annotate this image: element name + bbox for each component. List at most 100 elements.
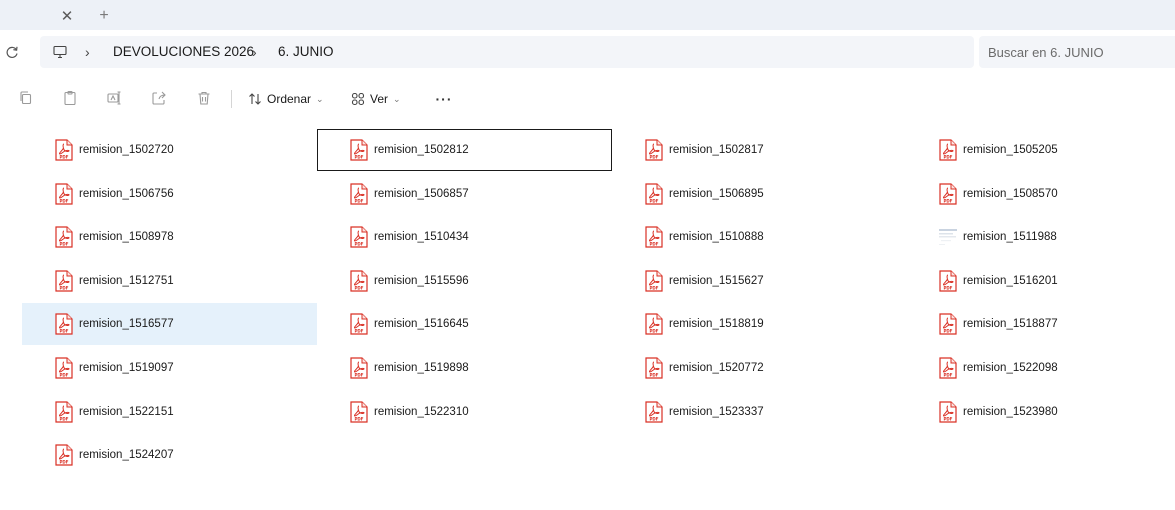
file-name: remision_1515627 <box>669 275 764 287</box>
pdf-icon: PDF <box>349 226 369 248</box>
file-name: remision_1505205 <box>963 144 1058 156</box>
svg-text:PDF: PDF <box>60 417 69 422</box>
file-item[interactable]: PDF remision_1502720 <box>22 129 317 171</box>
file-item[interactable]: PDF remision_1506756 <box>22 173 317 215</box>
rename-icon[interactable] <box>106 90 122 106</box>
paste-icon[interactable] <box>62 90 78 106</box>
file-item[interactable]: remision_1511988 <box>906 216 1175 258</box>
copy-icon[interactable] <box>18 90 34 106</box>
file-name: remision_1516645 <box>374 318 469 330</box>
chevron-down-icon: ⌄ <box>393 93 401 104</box>
sort-button[interactable]: Ordenar ⌄ <box>248 88 324 110</box>
file-item[interactable]: PDF remision_1512751 <box>22 260 317 302</box>
breadcrumb-devoluciones[interactable]: DEVOLUCIONES 2026 <box>113 44 254 59</box>
file-item[interactable]: PDF remision_1523980 <box>906 391 1175 433</box>
more-options-button[interactable]: ··· <box>432 88 456 110</box>
sort-label: Ordenar <box>267 92 312 106</box>
file-name: remision_1516577 <box>79 318 174 330</box>
file-item[interactable]: PDF remision_1519097 <box>22 347 317 389</box>
pdf-icon: PDF <box>644 313 664 335</box>
file-item[interactable]: PDF remision_1520772 <box>612 347 907 389</box>
pdf-icon: PDF <box>938 183 958 205</box>
svg-text:PDF: PDF <box>60 460 69 465</box>
file-name: remision_1506857 <box>374 188 469 200</box>
pdf-icon: PDF <box>54 313 74 335</box>
search-input[interactable] <box>979 36 1175 68</box>
new-tab-icon[interactable]: + <box>94 6 114 26</box>
svg-text:PDF: PDF <box>650 417 659 422</box>
file-item[interactable]: PDF remision_1505205 <box>906 129 1175 171</box>
view-button[interactable]: Ver ⌄ <box>351 88 401 110</box>
file-name: remision_1518877 <box>963 318 1058 330</box>
image-thumbnail-icon <box>938 226 958 248</box>
address-row: › DEVOLUCIONES 2026 › 6. JUNIO <box>0 30 1175 74</box>
sort-icon <box>249 93 261 105</box>
svg-text:PDF: PDF <box>355 329 364 334</box>
breadcrumb-separator: › <box>85 44 90 60</box>
pdf-icon: PDF <box>54 226 74 248</box>
file-name: remision_1512751 <box>79 275 174 287</box>
file-item[interactable]: PDF remision_1523337 <box>612 391 907 433</box>
file-item[interactable]: PDF remision_1516645 <box>317 303 612 345</box>
pdf-icon: PDF <box>938 357 958 379</box>
file-name: remision_1520772 <box>669 362 764 374</box>
pdf-icon: PDF <box>644 270 664 292</box>
file-item[interactable]: PDF remision_1502812 <box>317 129 612 171</box>
file-item[interactable]: PDF remision_1502817 <box>612 129 907 171</box>
svg-text:PDF: PDF <box>944 329 953 334</box>
file-item[interactable]: PDF remision_1508978 <box>22 216 317 258</box>
file-name: remision_1522098 <box>963 362 1058 374</box>
file-name: remision_1516201 <box>963 275 1058 287</box>
pdf-icon: PDF <box>54 139 74 161</box>
close-tab-icon[interactable]: ✕ <box>57 6 77 26</box>
svg-text:PDF: PDF <box>355 373 364 378</box>
pdf-icon: PDF <box>644 401 664 423</box>
breadcrumb-junio[interactable]: 6. JUNIO <box>278 44 334 59</box>
this-pc-icon[interactable] <box>53 45 67 59</box>
pdf-icon: PDF <box>644 226 664 248</box>
file-item[interactable]: PDF remision_1518819 <box>612 303 907 345</box>
file-name: remision_1510434 <box>374 231 469 243</box>
file-item[interactable]: PDF remision_1519898 <box>317 347 612 389</box>
file-item[interactable]: PDF remision_1515627 <box>612 260 907 302</box>
svg-text:PDF: PDF <box>650 155 659 160</box>
file-item[interactable]: PDF remision_1522098 <box>906 347 1175 389</box>
svg-text:PDF: PDF <box>650 329 659 334</box>
pdf-icon: PDF <box>349 401 369 423</box>
file-item[interactable]: PDF remision_1510888 <box>612 216 907 258</box>
file-item[interactable]: PDF remision_1516201 <box>906 260 1175 302</box>
pdf-icon: PDF <box>54 270 74 292</box>
svg-text:PDF: PDF <box>60 242 69 247</box>
svg-text:PDF: PDF <box>355 199 364 204</box>
file-item[interactable]: PDF remision_1506857 <box>317 173 612 215</box>
svg-text:PDF: PDF <box>650 286 659 291</box>
share-icon[interactable] <box>151 90 167 106</box>
file-item[interactable]: PDF remision_1506895 <box>612 173 907 215</box>
delete-icon[interactable] <box>196 90 212 106</box>
svg-text:PDF: PDF <box>60 373 69 378</box>
svg-text:PDF: PDF <box>60 329 69 334</box>
svg-text:PDF: PDF <box>355 155 364 160</box>
file-item[interactable]: PDF remision_1522151 <box>22 391 317 433</box>
svg-text:PDF: PDF <box>60 286 69 291</box>
file-item[interactable]: PDF remision_1515596 <box>317 260 612 302</box>
file-name: remision_1519097 <box>79 362 174 374</box>
file-name: remision_1518819 <box>669 318 764 330</box>
file-item[interactable]: PDF remision_1522310 <box>317 391 612 433</box>
file-item[interactable]: PDF remision_1518877 <box>906 303 1175 345</box>
file-item[interactable]: PDF remision_1508570 <box>906 173 1175 215</box>
address-bar[interactable]: › DEVOLUCIONES 2026 › 6. JUNIO <box>40 36 974 68</box>
file-list: PDF remision_1502720 PDF remision_1506756 PD… <box>0 124 1175 510</box>
file-name: remision_1511988 <box>963 231 1057 243</box>
breadcrumb-separator: › <box>252 44 257 60</box>
file-name: remision_1502817 <box>669 144 764 156</box>
file-item[interactable]: PDF remision_1516577 <box>22 303 317 345</box>
svg-text:PDF: PDF <box>60 199 69 204</box>
file-item[interactable]: PDF remision_1524207 <box>22 434 317 476</box>
file-name: remision_1523337 <box>669 406 764 418</box>
file-name: remision_1510888 <box>669 231 764 243</box>
svg-text:PDF: PDF <box>944 373 953 378</box>
refresh-icon[interactable] <box>4 44 20 60</box>
file-item[interactable]: PDF remision_1510434 <box>317 216 612 258</box>
file-name: remision_1508978 <box>79 231 174 243</box>
